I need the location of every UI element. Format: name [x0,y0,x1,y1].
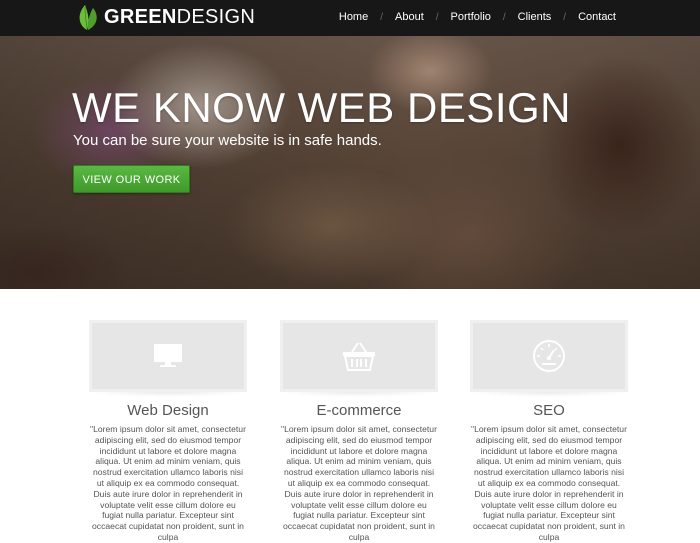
nav-home[interactable]: Home [339,11,368,23]
hero-title: WE KNOW WEB DESIGN [72,84,572,131]
card-shadow [470,392,628,402]
feature-description: "Lorem ipsum dolor sit amet, consectetur… [281,424,437,542]
site-logo[interactable]: GREENDESIGN [76,3,255,31]
card-shadow [89,392,247,402]
nav-clients[interactable]: Clients [518,11,552,23]
nav-separator: / [563,11,567,23]
feature-web-design: Web Design "Lorem ipsum dolor sit amet, … [89,320,247,543]
feature-card[interactable] [470,320,628,392]
feature-title: Web Design [127,402,209,419]
monitor-icon [154,344,182,367]
speedometer-icon [533,340,565,372]
nav-separator: / [380,11,383,23]
feature-card[interactable] [280,320,438,392]
site-header: GREENDESIGN Home / About / Portfolio / C… [0,0,700,36]
view-our-work-button[interactable]: VIEW OUR WORK [73,165,190,193]
hero-background-image [0,36,700,289]
nav-contact[interactable]: Contact [578,11,616,23]
feature-e-commerce: E-commerce "Lorem ipsum dolor sit amet, … [280,320,438,543]
nav-separator: / [435,11,439,23]
logo-bold-text: GREEN [104,6,177,28]
feature-title: SEO [533,402,565,419]
nav-about[interactable]: About [395,11,424,23]
feature-description: "Lorem ipsum dolor sit amet, consectetur… [90,424,246,542]
hero-subtitle: You can be sure your website is in safe … [73,132,382,149]
card-shadow [280,392,438,402]
feature-description: "Lorem ipsum dolor sit amet, consectetur… [471,424,627,542]
feature-card[interactable] [89,320,247,392]
shopping-basket-icon [343,342,375,371]
feature-title: E-commerce [316,402,402,419]
hero-banner: WE KNOW WEB DESIGN You can be sure your … [0,36,700,289]
features-section: Web Design "Lorem ipsum dolor sit amet, … [0,289,700,543]
feature-seo: SEO "Lorem ipsum dolor sit amet, consect… [470,320,628,543]
logo-light-text: DESIGN [176,6,256,28]
leaf-logo-icon [79,5,97,30]
main-nav: Home / About / Portfolio / Clients / Con… [339,0,616,34]
nav-separator: / [502,11,506,23]
nav-portfolio[interactable]: Portfolio [451,11,491,23]
logo-wordmark: GREENDESIGN [104,3,255,31]
